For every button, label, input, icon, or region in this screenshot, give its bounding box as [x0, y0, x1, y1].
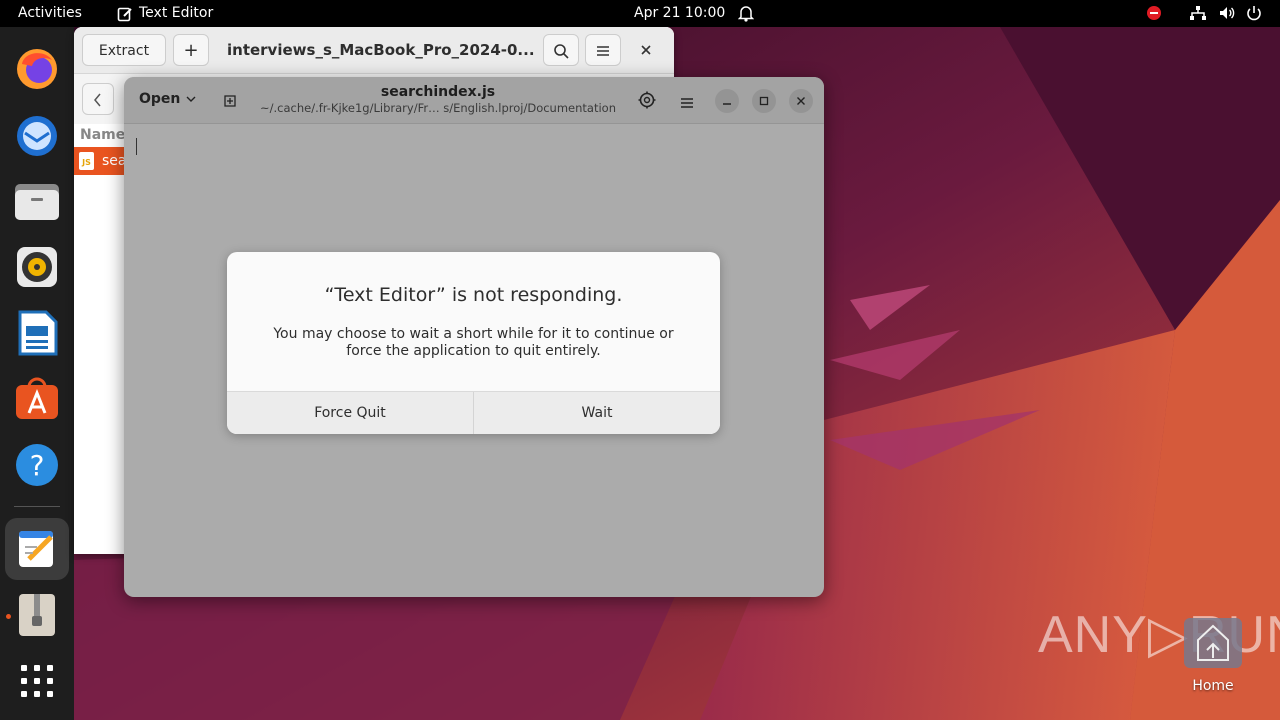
close-button[interactable] [789, 89, 813, 113]
document-path: ~/.cache/.fr-Kjke1g/Library/Fr… s/Englis… [259, 101, 617, 115]
add-files-button[interactable]: + [173, 34, 209, 66]
help-icon: ? [16, 444, 58, 486]
app-menu-label: Text Editor [139, 5, 214, 21]
close-icon [641, 45, 651, 55]
main-menu-button[interactable] [681, 94, 693, 113]
app-menu[interactable]: Text Editor [117, 0, 213, 27]
menu-button[interactable] [585, 34, 621, 66]
plus-icon: + [183, 40, 199, 61]
archive-header-bar: Extract + interviews_s_MacBook_Pro_2024-… [74, 27, 674, 74]
home-folder-label[interactable]: Home [1172, 678, 1254, 694]
anyrun-watermark: ANY▷RUN [1038, 606, 1280, 664]
minimize-button[interactable] [715, 89, 739, 113]
files-icon [15, 184, 59, 220]
minimize-icon [723, 103, 731, 105]
app-grid-icon [21, 665, 53, 697]
text-editor-icon [19, 531, 53, 567]
do-not-disturb-icon[interactable] [1146, 4, 1162, 22]
dock-files[interactable] [5, 170, 69, 232]
dock-writer[interactable] [5, 302, 69, 364]
file-name: sea [102, 153, 127, 169]
extract-button[interactable]: Extract [82, 34, 166, 66]
js-file-icon: JS [79, 152, 94, 170]
writer-icon [18, 310, 58, 356]
svg-text:?: ? [30, 449, 45, 482]
dialog-message-line1: You may choose to wait a short while for… [273, 326, 674, 342]
dock-text-editor[interactable] [5, 518, 69, 580]
wait-button[interactable]: Wait [473, 392, 720, 434]
column-header-name[interactable]: Name [80, 127, 125, 143]
power-icon[interactable] [1245, 4, 1263, 22]
text-cursor[interactable] [136, 138, 137, 155]
notification-bell-icon[interactable] [737, 4, 755, 22]
dock-rhythmbox[interactable] [5, 236, 69, 298]
editor-header-bar: Open searchindex.js ~/.cache/.fr-Kjke1g/… [124, 77, 824, 124]
rhythmbox-icon [17, 247, 57, 287]
text-editor-icon [117, 7, 132, 21]
dock-firefox[interactable] [5, 38, 69, 100]
dialog-button-row: Force Quit Wait [227, 391, 720, 434]
dock-help[interactable]: ? [5, 434, 69, 496]
archive-close-button[interactable] [640, 41, 652, 60]
dock-separator [14, 506, 60, 507]
dock-app-center[interactable] [5, 368, 69, 430]
volume-icon[interactable] [1218, 4, 1236, 22]
archive-manager-icon [19, 594, 55, 636]
dialog-message: You may choose to wait a short while for… [267, 326, 680, 360]
maximize-button[interactable] [752, 89, 776, 113]
gear-icon [638, 91, 656, 109]
firefox-icon [17, 49, 57, 89]
activities-button[interactable]: Activities [18, 0, 82, 27]
dock-show-applications[interactable] [5, 650, 69, 712]
document-title: searchindex.js [380, 84, 496, 100]
chevron-left-icon [94, 93, 101, 107]
force-quit-button[interactable]: Force Quit [227, 392, 473, 434]
thunderbird-icon [17, 116, 57, 156]
search-button[interactable] [543, 34, 579, 66]
hamburger-menu-icon [681, 98, 693, 108]
back-button[interactable] [82, 83, 114, 115]
clock[interactable]: Apr 21 10:00 [634, 0, 725, 27]
network-icon[interactable] [1189, 4, 1207, 22]
close-icon [797, 97, 805, 105]
dialog-message-line2: force the application to quit entirely. [346, 343, 601, 359]
dock: ? [0, 27, 74, 720]
settings-button[interactable] [638, 91, 656, 113]
dock-archive-manager[interactable] [5, 584, 69, 646]
home-folder-icon[interactable] [1184, 618, 1242, 668]
dialog-title: “Text Editor” is not responding. [324, 284, 623, 306]
search-icon [554, 44, 569, 59]
top-bar: Activities Text Editor Apr 21 10:00 [0, 0, 1280, 27]
not-responding-dialog: “Text Editor” is not responding. You may… [227, 252, 720, 434]
archive-title: interviews_s_MacBook_Pro_2024-0... [227, 41, 535, 59]
dock-thunderbird[interactable] [5, 104, 69, 166]
hamburger-menu-icon [597, 46, 609, 56]
app-center-icon [16, 377, 58, 419]
maximize-icon [759, 96, 769, 106]
